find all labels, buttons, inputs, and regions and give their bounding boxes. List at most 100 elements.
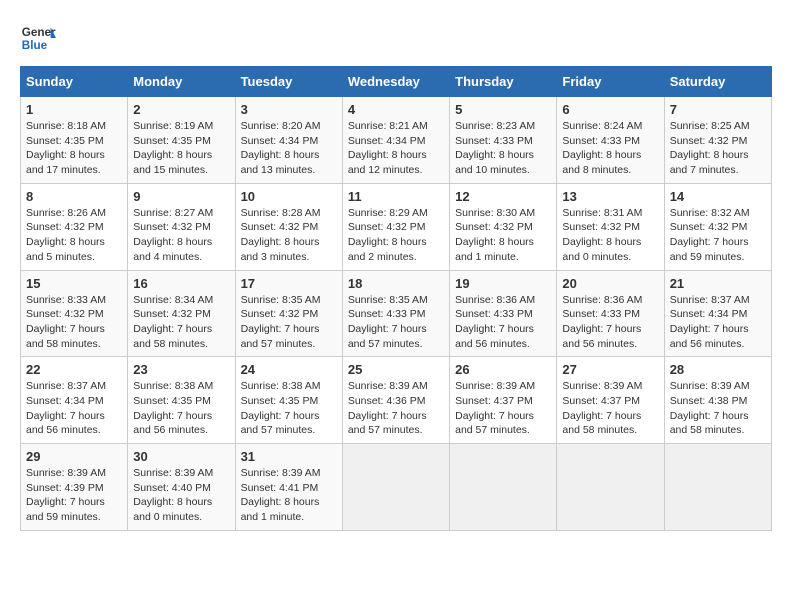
calendar-cell: 9Sunrise: 8:27 AMSunset: 4:32 PMDaylight… xyxy=(128,183,235,270)
cell-line: Sunrise: 8:39 AM xyxy=(670,379,766,394)
cell-line: Sunrise: 8:28 AM xyxy=(241,206,337,221)
cell-line: Daylight: 7 hours xyxy=(241,322,337,337)
cell-line: and 13 minutes. xyxy=(241,163,337,178)
cell-content: Sunrise: 8:39 AMSunset: 4:38 PMDaylight:… xyxy=(670,379,766,438)
calendar-cell: 13Sunrise: 8:31 AMSunset: 4:32 PMDayligh… xyxy=(557,183,664,270)
cell-line: Sunset: 4:35 PM xyxy=(133,134,229,149)
cell-line: Sunrise: 8:36 AM xyxy=(455,293,551,308)
cell-line: Sunset: 4:32 PM xyxy=(670,134,766,149)
cell-line: Sunrise: 8:36 AM xyxy=(562,293,658,308)
day-number: 8 xyxy=(26,189,122,204)
cell-line: Sunrise: 8:37 AM xyxy=(670,293,766,308)
cell-line: and 4 minutes. xyxy=(133,250,229,265)
day-number: 14 xyxy=(670,189,766,204)
cell-line: Sunset: 4:34 PM xyxy=(348,134,444,149)
calendar-cell: 17Sunrise: 8:35 AMSunset: 4:32 PMDayligh… xyxy=(235,270,342,357)
cell-line: and 12 minutes. xyxy=(348,163,444,178)
calendar-cell: 2Sunrise: 8:19 AMSunset: 4:35 PMDaylight… xyxy=(128,97,235,184)
week-row-5: 29Sunrise: 8:39 AMSunset: 4:39 PMDayligh… xyxy=(21,444,772,531)
day-number: 29 xyxy=(26,449,122,464)
cell-line: Sunset: 4:32 PM xyxy=(241,307,337,322)
cell-line: Daylight: 7 hours xyxy=(26,495,122,510)
cell-content: Sunrise: 8:38 AMSunset: 4:35 PMDaylight:… xyxy=(133,379,229,438)
day-number: 23 xyxy=(133,362,229,377)
cell-line: Sunset: 4:35 PM xyxy=(133,394,229,409)
cell-line: Sunrise: 8:30 AM xyxy=(455,206,551,221)
cell-content: Sunrise: 8:19 AMSunset: 4:35 PMDaylight:… xyxy=(133,119,229,178)
cell-line: Sunset: 4:33 PM xyxy=(455,134,551,149)
cell-line: and 5 minutes. xyxy=(26,250,122,265)
logo: General Blue xyxy=(20,20,56,56)
cell-line: Daylight: 8 hours xyxy=(26,148,122,163)
calendar-cell: 16Sunrise: 8:34 AMSunset: 4:32 PMDayligh… xyxy=(128,270,235,357)
calendar-cell: 5 Sunrise: 8:23 AMSunset: 4:33 PMDaylight… xyxy=(450,97,557,184)
cell-line: Daylight: 8 hours xyxy=(133,235,229,250)
cell-line: Daylight: 7 hours xyxy=(562,322,658,337)
col-header-sunday: Sunday xyxy=(21,67,128,97)
cell-line: Daylight: 7 hours xyxy=(241,409,337,424)
calendar-cell: 20Sunrise: 8:36 AMSunset: 4:33 PMDayligh… xyxy=(557,270,664,357)
cell-line: Daylight: 7 hours xyxy=(562,409,658,424)
cell-line: Sunset: 4:32 PM xyxy=(241,220,337,235)
cell-line: Sunrise: 8:39 AM xyxy=(455,379,551,394)
cell-line: Sunrise: 8:23 AM xyxy=(455,119,551,134)
cell-line: Sunrise: 8:21 AM xyxy=(348,119,444,134)
calendar-cell: 3Sunrise: 8:20 AMSunset: 4:34 PMDaylight… xyxy=(235,97,342,184)
cell-content: Sunrise: 8:32 AMSunset: 4:32 PMDaylight:… xyxy=(670,206,766,265)
cell-line: Sunset: 4:32 PM xyxy=(562,220,658,235)
day-number: 5 xyxy=(455,102,551,117)
cell-line: Daylight: 7 hours xyxy=(348,322,444,337)
cell-content: Sunrise: 8:24 AMSunset: 4:33 PMDaylight:… xyxy=(562,119,658,178)
cell-line: Sunrise: 8:29 AM xyxy=(348,206,444,221)
col-header-thursday: Thursday xyxy=(450,67,557,97)
cell-line: Sunset: 4:33 PM xyxy=(562,307,658,322)
cell-line: Sunset: 4:38 PM xyxy=(670,394,766,409)
cell-line: Sunset: 4:32 PM xyxy=(455,220,551,235)
cell-line: Sunset: 4:35 PM xyxy=(26,134,122,149)
week-row-2: 8Sunrise: 8:26 AMSunset: 4:32 PMDaylight… xyxy=(21,183,772,270)
cell-line: Daylight: 7 hours xyxy=(670,409,766,424)
cell-content: Sunrise: 8:27 AMSunset: 4:32 PMDaylight:… xyxy=(133,206,229,265)
calendar-cell: 1Sunrise: 8:18 AMSunset: 4:35 PMDaylight… xyxy=(21,97,128,184)
cell-line: Sunrise: 8:38 AM xyxy=(241,379,337,394)
calendar-cell: 25Sunrise: 8:39 AMSunset: 4:36 PMDayligh… xyxy=(342,357,449,444)
calendar-table: SundayMondayTuesdayWednesdayThursdayFrid… xyxy=(20,66,772,531)
cell-line: and 58 minutes. xyxy=(562,423,658,438)
cell-line: Daylight: 8 hours xyxy=(455,148,551,163)
calendar-cell: 27Sunrise: 8:39 AMSunset: 4:37 PMDayligh… xyxy=(557,357,664,444)
cell-line: and 8 minutes. xyxy=(562,163,658,178)
calendar-cell: 4Sunrise: 8:21 AMSunset: 4:34 PMDaylight… xyxy=(342,97,449,184)
cell-line: Sunrise: 8:39 AM xyxy=(133,466,229,481)
cell-content: Sunrise: 8:29 AMSunset: 4:32 PMDaylight:… xyxy=(348,206,444,265)
calendar-cell xyxy=(342,444,449,531)
cell-content: Sunrise: 8:39 AMSunset: 4:36 PMDaylight:… xyxy=(348,379,444,438)
calendar-cell: 6Sunrise: 8:24 AMSunset: 4:33 PMDaylight… xyxy=(557,97,664,184)
cell-line: Sunrise: 8:39 AM xyxy=(562,379,658,394)
calendar-cell: 14 Sunrise: 8:32 AMSunset: 4:32 PMDayligh… xyxy=(664,183,771,270)
cell-content: Sunrise: 8:39 AMSunset: 4:41 PMDaylight:… xyxy=(241,466,337,525)
cell-line: Sunset: 4:32 PM xyxy=(133,307,229,322)
cell-line: and 58 minutes. xyxy=(26,337,122,352)
cell-line: Daylight: 8 hours xyxy=(133,495,229,510)
cell-line: Sunrise: 8:31 AM xyxy=(562,206,658,221)
cell-line: and 58 minutes. xyxy=(133,337,229,352)
cell-line: Sunset: 4:37 PM xyxy=(562,394,658,409)
week-row-3: 15Sunrise: 8:33 AMSunset: 4:32 PMDayligh… xyxy=(21,270,772,357)
day-number: 22 xyxy=(26,362,122,377)
cell-content: Sunrise: 8:37 AMSunset: 4:34 PMDaylight:… xyxy=(26,379,122,438)
cell-line: Sunset: 4:33 PM xyxy=(562,134,658,149)
calendar-cell: 24Sunrise: 8:38 AMSunset: 4:35 PMDayligh… xyxy=(235,357,342,444)
cell-line: and 57 minutes. xyxy=(455,423,551,438)
cell-line: Daylight: 8 hours xyxy=(241,235,337,250)
cell-line: and 1 minute. xyxy=(455,250,551,265)
cell-line: Daylight: 8 hours xyxy=(133,148,229,163)
svg-text:Blue: Blue xyxy=(22,39,48,52)
cell-line: and 57 minutes. xyxy=(241,337,337,352)
calendar-cell: 10Sunrise: 8:28 AMSunset: 4:32 PMDayligh… xyxy=(235,183,342,270)
cell-line: Daylight: 7 hours xyxy=(455,409,551,424)
cell-line: Sunrise: 8:24 AM xyxy=(562,119,658,134)
day-number: 21 xyxy=(670,276,766,291)
calendar-cell: 30Sunrise: 8:39 AMSunset: 4:40 PMDayligh… xyxy=(128,444,235,531)
cell-line: Daylight: 8 hours xyxy=(562,235,658,250)
cell-line: Daylight: 8 hours xyxy=(348,235,444,250)
